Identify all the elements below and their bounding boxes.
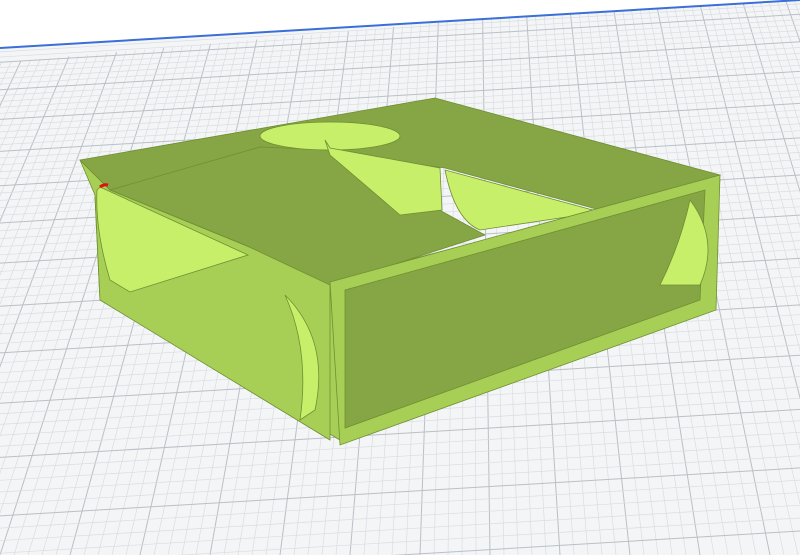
scene-canvas[interactable] xyxy=(0,0,800,555)
model-top-oval-cutout xyxy=(259,121,401,151)
3d-viewport[interactable] xyxy=(0,0,800,555)
